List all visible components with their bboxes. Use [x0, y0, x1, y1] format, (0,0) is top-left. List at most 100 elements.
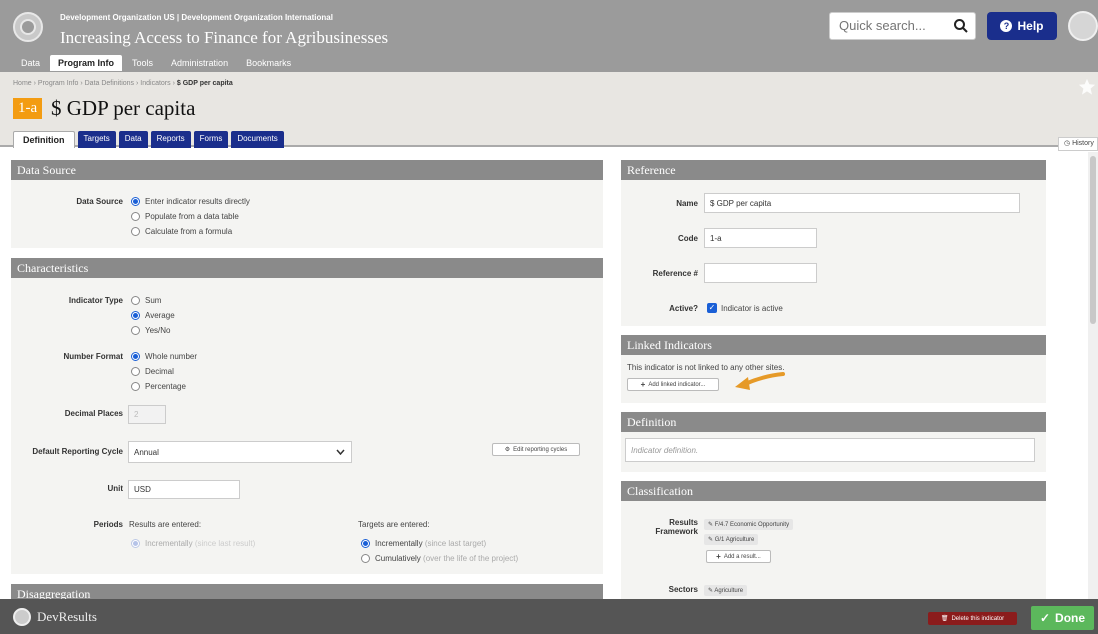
active-label: Active?: [669, 304, 698, 313]
definition-heading: Definition: [621, 412, 1046, 432]
sector-tag[interactable]: ✎ Agriculture: [704, 585, 748, 596]
definition-field[interactable]: Indicator definition.: [625, 438, 1035, 462]
number-format-percentage[interactable]: [131, 382, 140, 391]
indicator-type-average[interactable]: [131, 311, 140, 320]
chevron-down-icon: [336, 449, 345, 455]
decimal-places-field[interactable]: 2: [128, 405, 166, 424]
reporting-cycle-label: Default Reporting Cycle: [32, 447, 123, 456]
delete-indicator-button[interactable]: 🗑 Delete this indicator: [928, 612, 1017, 625]
tab-targets[interactable]: Targets: [77, 131, 116, 148]
done-label: Done: [1055, 611, 1086, 625]
org-logo-icon[interactable]: [13, 12, 43, 42]
plus-icon: +: [640, 380, 646, 389]
tab-reports[interactable]: Reports: [150, 131, 191, 148]
add-linked-indicator-button[interactable]: + Add linked indicator...: [627, 378, 719, 391]
data-source-heading: Data Source: [11, 160, 603, 180]
decimal-places-label: Decimal Places: [64, 409, 123, 418]
breadcrumb-indicators[interactable]: Indicators: [140, 80, 170, 87]
page-scrollbar[interactable]: [1088, 152, 1098, 599]
data-source-option-formula[interactable]: [131, 227, 140, 236]
reference-number-field[interactable]: [704, 263, 817, 283]
indicator-type-yesno-label: Yes/No: [145, 326, 171, 335]
arrow-annotation-icon: [735, 372, 785, 390]
history-icon: ◷: [1064, 140, 1073, 147]
breadcrumb-home[interactable]: Home: [13, 80, 32, 87]
results-incremental-label: Incrementally (since last result): [145, 539, 255, 548]
tab-data[interactable]: Data: [118, 131, 148, 148]
classification-heading: Classification: [621, 481, 1046, 501]
nav-tools[interactable]: Tools: [124, 55, 161, 71]
nav-administration[interactable]: Administration: [163, 55, 236, 71]
check-icon: ✓: [1039, 611, 1051, 625]
user-avatar[interactable]: [1068, 11, 1098, 41]
tab-definition[interactable]: Definition: [13, 131, 75, 148]
linked-indicators-heading: Linked Indicators: [621, 335, 1046, 355]
search-icon[interactable]: [953, 18, 969, 34]
targets-incremental-radio[interactable]: [361, 539, 370, 548]
top-header: Development Organization US | Developmen…: [0, 0, 1098, 72]
add-result-button[interactable]: + Add a result...: [706, 550, 771, 563]
number-format-percentage-label: Percentage: [145, 382, 186, 391]
data-source-option-table[interactable]: [131, 212, 140, 221]
indicator-type-average-label: Average: [145, 311, 175, 320]
indicator-tabs: Definition Targets Data Reports Forms Do…: [13, 131, 284, 148]
result-tag[interactable]: ✎ F/4.7 Economic Opportunity: [704, 519, 794, 530]
devresults-logo-icon: [13, 608, 31, 626]
quick-search[interactable]: [829, 12, 976, 40]
reporting-cycle-select[interactable]: Annual: [128, 441, 352, 463]
nav-data[interactable]: Data: [13, 55, 48, 71]
data-source-label: Data Source: [76, 197, 123, 206]
tab-forms[interactable]: Forms: [193, 131, 229, 148]
number-format-whole-label: Whole number: [145, 352, 198, 361]
tab-documents[interactable]: Documents: [231, 131, 284, 148]
org-names: Development Organization US | Developmen…: [60, 13, 333, 22]
nav-bookmarks[interactable]: Bookmarks: [238, 55, 299, 71]
breadcrumb-data-definitions[interactable]: Data Definitions: [85, 80, 134, 87]
number-format-label: Number Format: [63, 352, 123, 361]
history-label: History: [1072, 140, 1094, 147]
gear-icon: ⚙: [504, 447, 511, 453]
results-framework-label-line2: Framework: [655, 527, 698, 536]
edit-reporting-cycles-button[interactable]: ⚙ Edit reporting cycles: [492, 443, 580, 456]
star-icon[interactable]: [1078, 78, 1096, 96]
number-format-decimal-label: Decimal: [145, 367, 174, 376]
results-incremental-text: Incrementally: [145, 539, 193, 548]
result-tag[interactable]: ✎ G/1 Agriculture: [704, 534, 759, 545]
results-incremental-radio: [131, 539, 140, 548]
question-icon: ?: [1000, 20, 1013, 32]
project-title[interactable]: Increasing Access to Finance for Agribus…: [60, 28, 388, 48]
tag-icon: ✎: [708, 537, 715, 543]
targets-cumulative-radio[interactable]: [361, 554, 370, 563]
search-input[interactable]: [839, 18, 939, 33]
targets-incremental-note: (since last target): [424, 539, 487, 548]
page-header: Home › Program Info › Data Definitions ›…: [0, 72, 1098, 148]
reporting-cycle-value: Annual: [134, 447, 159, 457]
name-field[interactable]: $ GDP per capita: [704, 193, 1020, 213]
targets-cumulative-note: (over the life of the project): [423, 554, 519, 563]
unit-field[interactable]: USD: [128, 480, 240, 499]
footer-brand: DevResults: [37, 609, 97, 624]
main-nav: Data Program Info Tools Administration B…: [13, 55, 299, 71]
targets-incremental-text: Incrementally: [375, 539, 423, 548]
active-checkbox[interactable]: ✓: [707, 303, 717, 313]
delete-indicator-label: Delete this indicator: [951, 615, 1005, 622]
data-source-option-table-label: Populate from a data table: [145, 212, 239, 221]
characteristics-heading: Characteristics: [11, 258, 603, 278]
number-format-whole[interactable]: [131, 352, 140, 361]
done-button[interactable]: ✓ Done: [1031, 606, 1094, 630]
history-button[interactable]: ◷ History: [1058, 137, 1098, 151]
breadcrumb-program-info[interactable]: Program Info: [38, 80, 78, 87]
data-source-option-direct[interactable]: [131, 197, 140, 206]
help-button[interactable]: ? Help: [987, 12, 1057, 40]
number-format-decimal[interactable]: [131, 367, 140, 376]
code-label: Code: [678, 234, 698, 243]
indicator-type-sum[interactable]: [131, 296, 140, 305]
indicator-type-yesno[interactable]: [131, 326, 140, 335]
tag-icon: ✎: [708, 522, 715, 528]
code-field[interactable]: 1-a: [704, 228, 817, 248]
add-linked-indicator-label: Add linked indicator...: [648, 381, 706, 388]
nav-program-info[interactable]: Program Info: [50, 55, 123, 71]
indicator-type-sum-label: Sum: [145, 296, 162, 305]
reference-heading: Reference: [621, 160, 1046, 180]
page-title: $ GDP per capita: [51, 96, 196, 120]
